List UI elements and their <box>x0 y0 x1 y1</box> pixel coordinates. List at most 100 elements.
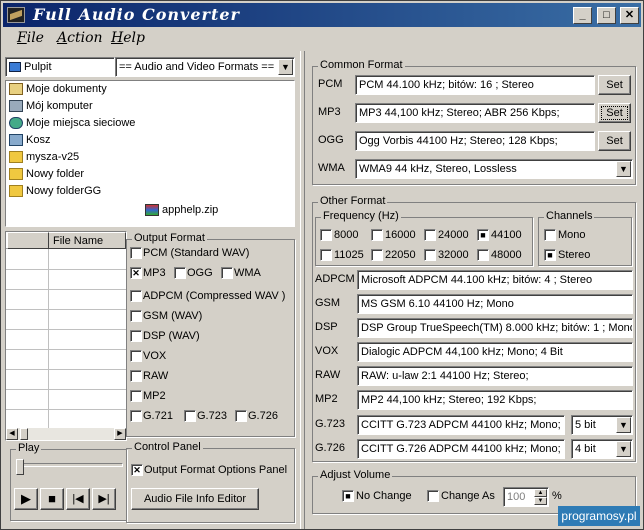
output-format-checkbox[interactable] <box>235 410 247 422</box>
frequency-radio[interactable] <box>371 229 383 241</box>
g726-bits-combo[interactable]: 4 bit ▼ <box>571 439 633 459</box>
title-bar[interactable]: Full Audio Converter _ □ ✕ <box>3 3 641 27</box>
pcm-set-button[interactable]: Set <box>598 75 631 95</box>
maximize-button[interactable]: □ <box>597 7 616 24</box>
spin-up-icon[interactable]: ▲ <box>534 489 547 497</box>
table-row[interactable] <box>6 269 126 270</box>
wma-label: WMA <box>318 162 345 174</box>
list-item[interactable]: Nowy folderGG <box>6 183 294 200</box>
menu-help[interactable]: Help <box>111 30 145 46</box>
table-row[interactable] <box>6 409 126 410</box>
other-format-field[interactable]: MS GSM 6.10 44100 Hz; Mono <box>357 294 633 314</box>
pcm-field[interactable]: PCM 44.100 kHz; bitów: 16 ; Stereo <box>355 75 595 95</box>
no-change-radio[interactable]: ■ <box>342 490 354 502</box>
output-format-checkbox[interactable] <box>130 247 142 259</box>
other-format-field[interactable]: DSP Group TrueSpeech(TM) 8.000 kHz; bitó… <box>357 318 633 338</box>
frequency-radio[interactable] <box>477 249 489 261</box>
audio-file-info-editor-button[interactable]: Audio File Info Editor <box>131 488 259 510</box>
table-row[interactable] <box>6 329 126 330</box>
table-header-cell[interactable] <box>7 232 49 249</box>
other-format-field[interactable]: Microsoft ADPCM 44.100 kHz; bitów: 4 ; S… <box>357 270 633 290</box>
list-item[interactable]: Nowy folder <box>6 166 294 183</box>
output-format-checkbox[interactable]: ✕ <box>130 267 142 279</box>
mp3-set-button[interactable]: Set <box>598 103 631 123</box>
ogg-set-button[interactable]: Set <box>598 131 631 151</box>
no-change-label: No Change <box>356 490 412 502</box>
other-format-field[interactable]: Dialogic ADPCM 44,100 kHz; Mono; 4 Bit <box>357 342 633 362</box>
output-format-checkbox[interactable] <box>130 410 142 422</box>
stereo-label: Stereo <box>558 249 591 261</box>
menu-bar: File Action Help <box>3 28 641 50</box>
previous-button[interactable]: |◀ <box>66 488 90 510</box>
scroll-thumb[interactable] <box>20 428 28 440</box>
chevron-down-icon[interactable]: ▼ <box>616 417 631 433</box>
volume-field[interactable]: 100 ▲ ▼ <box>503 487 549 507</box>
next-button[interactable]: ▶| <box>92 488 116 510</box>
play-button[interactable]: ▶ <box>14 488 38 510</box>
other-format-field[interactable]: MP2 44,100 kHz; Stereo; 192 Kbps; <box>357 390 633 410</box>
list-item[interactable]: Moje miejsca sieciowe <box>6 115 294 132</box>
menu-action[interactable]: Action <box>57 30 103 46</box>
scroll-left-icon[interactable]: ◀ <box>6 428 18 440</box>
g723-field[interactable]: CCITT G.723 ADPCM 44100 kHz; Mono; 5 B <box>357 415 565 435</box>
list-item[interactable]: mysza-v25 <box>6 149 294 166</box>
table-row[interactable] <box>6 389 126 390</box>
list-item-label: Moje dokumenty <box>26 83 107 95</box>
chevron-down-icon[interactable]: ▼ <box>616 441 631 457</box>
frequency-label: 32000 <box>438 249 469 261</box>
chevron-down-icon[interactable]: ▼ <box>278 59 293 75</box>
file-browser[interactable]: Moje dokumenty Mój komputer Moje miejsca… <box>5 80 295 227</box>
file-name-header[interactable]: File Name <box>53 235 103 247</box>
frequency-radio[interactable]: ■ <box>477 229 489 241</box>
column-divider <box>48 249 49 429</box>
frequency-radio[interactable] <box>320 249 332 261</box>
wma-combo[interactable]: WMA9 44 kHz, Stereo, Lossless ▼ <box>355 159 633 179</box>
mono-radio[interactable] <box>544 229 556 241</box>
table-row[interactable] <box>6 309 126 310</box>
output-format-checkbox[interactable] <box>130 310 142 322</box>
minimize-button[interactable]: _ <box>573 7 592 24</box>
spin-down-icon[interactable]: ▼ <box>534 497 547 505</box>
output-format-checkbox[interactable] <box>130 290 142 302</box>
output-format-options-panel-checkbox[interactable]: ✕ <box>131 464 143 476</box>
list-item[interactable]: Kosz <box>6 132 294 149</box>
output-format-checkbox[interactable] <box>174 267 186 279</box>
output-format-checkbox[interactable] <box>221 267 233 279</box>
g726-field[interactable]: CCITT G.726 ADPCM 44100 kHz; Mono; 4 B <box>357 439 565 459</box>
table-row[interactable] <box>6 349 126 350</box>
change-as-radio[interactable] <box>427 490 439 502</box>
list-item[interactable]: Mój komputer <box>6 98 294 115</box>
stereo-radio[interactable]: ■ <box>544 249 556 261</box>
output-format-checkbox[interactable] <box>130 330 142 342</box>
close-button[interactable]: ✕ <box>620 7 639 24</box>
chevron-down-icon[interactable]: ▼ <box>616 161 631 177</box>
frequency-label: 48000 <box>491 249 522 261</box>
frequency-legend: Frequency (Hz) <box>321 210 401 222</box>
seek-slider[interactable] <box>18 463 123 467</box>
output-format-checkbox[interactable] <box>130 390 142 402</box>
frequency-radio[interactable] <box>424 249 436 261</box>
g723-bits-combo[interactable]: 5 bit ▼ <box>571 415 633 435</box>
location-combo[interactable]: Pulpit <box>5 57 115 77</box>
horizontal-scrollbar[interactable]: ◀ ▶ <box>6 428 126 440</box>
output-format-checkbox[interactable] <box>184 410 196 422</box>
output-format-checkbox[interactable] <box>130 350 142 362</box>
other-format-field[interactable]: RAW: u-law 2:1 44100 Hz; Stereo; <box>357 366 633 386</box>
folder-icon <box>9 185 23 197</box>
scroll-right-icon[interactable]: ▶ <box>114 428 126 440</box>
frequency-radio[interactable] <box>320 229 332 241</box>
table-row[interactable] <box>6 369 126 370</box>
seek-slider-thumb[interactable] <box>16 459 24 475</box>
mp3-field[interactable]: MP3 44,100 kHz; Stereo; ABR 256 Kbps; <box>355 103 595 123</box>
stop-button[interactable]: ■ <box>40 488 64 510</box>
ogg-field[interactable]: Ogg Vorbis 44100 Hz; Stereo; 128 Kbps; <box>355 131 595 151</box>
frequency-radio[interactable] <box>371 249 383 261</box>
frequency-radio[interactable] <box>424 229 436 241</box>
list-item[interactable]: Moje dokumenty <box>6 81 294 98</box>
output-format-checkbox[interactable] <box>130 370 142 382</box>
format-filter-combo[interactable]: == Audio and Video Formats == ▼ <box>115 57 295 77</box>
panel-splitter[interactable] <box>300 51 305 529</box>
file-table[interactable]: File Name ◀ ▶ <box>5 231 127 441</box>
menu-file[interactable]: File <box>17 30 44 46</box>
table-row[interactable] <box>6 289 126 290</box>
